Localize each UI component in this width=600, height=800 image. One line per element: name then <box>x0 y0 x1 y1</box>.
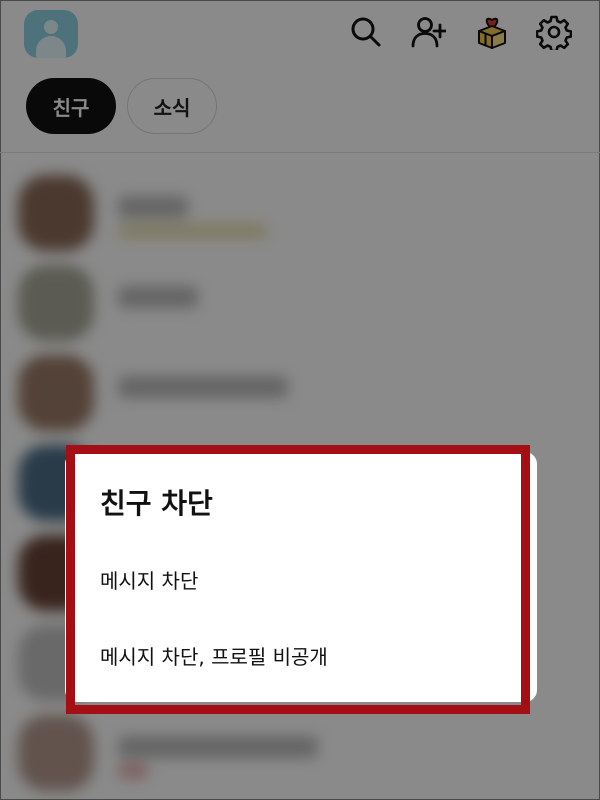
block-friend-dialog: 친구 차단 메시지 차단 메시지 차단, 프로필 비공개 <box>65 452 537 702</box>
block-messages-hide-profile-option[interactable]: 메시지 차단, 프로필 비공개 <box>100 641 328 670</box>
dialog-title: 친구 차단 <box>100 487 213 520</box>
block-messages-option[interactable]: 메시지 차단 <box>100 565 198 594</box>
